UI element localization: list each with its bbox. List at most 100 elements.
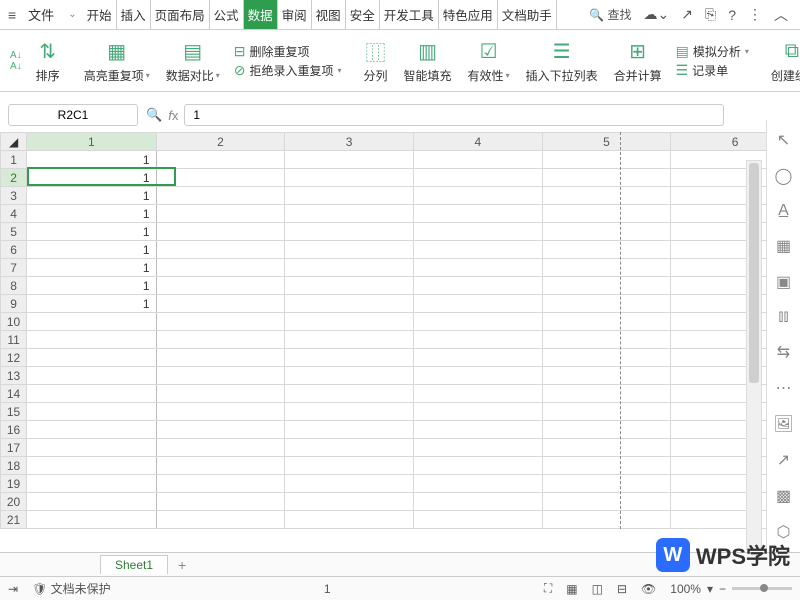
hamburger-icon[interactable]: ≡ [4, 7, 20, 23]
cell-r1c4[interactable] [413, 151, 542, 169]
cell-r2c1[interactable]: 1 [27, 169, 157, 187]
cell-r20c4[interactable] [413, 493, 542, 511]
cell-r11c4[interactable] [413, 331, 542, 349]
dropdown-button[interactable]: ☰插入下拉列表 [520, 32, 604, 89]
cell-r19c3[interactable] [285, 475, 414, 493]
cell-r17c4[interactable] [413, 439, 542, 457]
vertical-scrollbar[interactable] [746, 160, 762, 550]
cell-r5c3[interactable] [285, 223, 414, 241]
row-header-6[interactable]: 6 [1, 241, 27, 259]
select-all[interactable]: ◢ [1, 133, 27, 151]
cell-r17c2[interactable] [156, 439, 285, 457]
tab-公式[interactable]: 公式 [210, 0, 244, 29]
cell-r21c2[interactable] [156, 511, 285, 529]
gallery-icon[interactable]: ▩ [776, 486, 791, 506]
cell-r9c5[interactable] [542, 295, 671, 313]
history-icon[interactable]: ⎘ [705, 6, 716, 23]
cell-r5c4[interactable] [413, 223, 542, 241]
search-fx-icon[interactable]: 🔍 [146, 107, 162, 123]
validity-button[interactable]: ☑有效性▾ [462, 32, 516, 89]
cell-r6c1[interactable]: 1 [27, 241, 157, 259]
cell-r9c2[interactable] [156, 295, 285, 313]
row-header-19[interactable]: 19 [1, 475, 27, 493]
formula-input[interactable] [184, 104, 724, 126]
cursor-icon[interactable]: ↖ [777, 130, 790, 150]
cell-r21c4[interactable] [413, 511, 542, 529]
cell-r12c2[interactable] [156, 349, 285, 367]
cell-r7c5[interactable] [542, 259, 671, 277]
cell-r14c1[interactable] [27, 385, 157, 403]
cell-r4c1[interactable]: 1 [27, 205, 157, 223]
cell-r2c2[interactable] [156, 169, 285, 187]
row-header-20[interactable]: 20 [1, 493, 27, 511]
cell-r15c3[interactable] [285, 403, 414, 421]
col-header-5[interactable]: 5 [542, 133, 671, 151]
cell-r4c5[interactable] [542, 205, 671, 223]
filter-icon[interactable]: ⇆ [777, 342, 790, 362]
cell-r13c3[interactable] [285, 367, 414, 385]
tab-数据[interactable]: 数据 [244, 0, 278, 29]
cell-r3c4[interactable] [413, 187, 542, 205]
row-header-7[interactable]: 7 [1, 259, 27, 277]
row-header-3[interactable]: 3 [1, 187, 27, 205]
cell-r10c5[interactable] [542, 313, 671, 331]
row-header-16[interactable]: 16 [1, 421, 27, 439]
cell-r19c4[interactable] [413, 475, 542, 493]
cell-r17c3[interactable] [285, 439, 414, 457]
cell-r9c3[interactable] [285, 295, 414, 313]
reject-dup-button[interactable]: ⊘拒绝录入重复项▾ [234, 62, 342, 79]
cell-r16c4[interactable] [413, 421, 542, 439]
sort-asc-desc[interactable]: A↓A↓ [6, 50, 26, 72]
row-header-8[interactable]: 8 [1, 277, 27, 295]
tab-开发工具[interactable]: 开发工具 [380, 0, 439, 29]
cell-r12c1[interactable] [27, 349, 157, 367]
cell-r1c5[interactable] [542, 151, 671, 169]
tab-开始[interactable]: 开始 [83, 0, 117, 29]
smartfill-button[interactable]: ▥智能填充 [398, 32, 458, 89]
cell-r7c3[interactable] [285, 259, 414, 277]
scrollbar-thumb[interactable] [749, 163, 759, 383]
search-group[interactable]: 🔍 查找 [589, 6, 631, 23]
cell-r14c2[interactable] [156, 385, 285, 403]
tab-文档助手[interactable]: 文档助手 [498, 0, 557, 29]
cell-r6c2[interactable] [156, 241, 285, 259]
row-header-18[interactable]: 18 [1, 457, 27, 475]
cell-r20c1[interactable] [27, 493, 157, 511]
help-icon[interactable]: ? [728, 7, 736, 23]
cell-r15c1[interactable] [27, 403, 157, 421]
cell-r11c2[interactable] [156, 331, 285, 349]
row-header-12[interactable]: 12 [1, 349, 27, 367]
cell-r12c4[interactable] [413, 349, 542, 367]
cell-r7c2[interactable] [156, 259, 285, 277]
sheet-nav-icon[interactable]: ⇥ [8, 582, 18, 596]
cell-r8c5[interactable] [542, 277, 671, 295]
row-header-13[interactable]: 13 [1, 367, 27, 385]
add-sheet-button[interactable]: + [168, 555, 196, 575]
file-chevron-icon[interactable]: ⌄ [62, 9, 82, 20]
cell-r20c5[interactable] [542, 493, 671, 511]
cell-r18c5[interactable] [542, 457, 671, 475]
cell-r13c2[interactable] [156, 367, 285, 385]
spreadsheet-grid[interactable]: ◢123456112131415161718191101112131415161… [0, 132, 800, 529]
cell-r1c3[interactable] [285, 151, 414, 169]
row-header-4[interactable]: 4 [1, 205, 27, 223]
record-button[interactable]: ☰记录单 [676, 62, 749, 79]
cell-r10c2[interactable] [156, 313, 285, 331]
row-header-2[interactable]: 2 [1, 169, 27, 187]
cell-r18c4[interactable] [413, 457, 542, 475]
cell-r10c3[interactable] [285, 313, 414, 331]
row-header-10[interactable]: 10 [1, 313, 27, 331]
consolidate-button[interactable]: ⊞合并计算 [608, 32, 668, 89]
cell-r21c3[interactable] [285, 511, 414, 529]
zoom-out-icon[interactable]: − [719, 582, 726, 596]
tab-安全[interactable]: 安全 [346, 0, 380, 29]
cell-r13c1[interactable] [27, 367, 157, 385]
cell-r19c2[interactable] [156, 475, 285, 493]
cloud-icon[interactable]: ☁⌄ [644, 6, 670, 23]
col-header-1[interactable]: 1 [27, 133, 157, 151]
file-menu[interactable]: 文件 [20, 5, 62, 24]
cell-r10c1[interactable] [27, 313, 157, 331]
cell-r14c4[interactable] [413, 385, 542, 403]
row-header-21[interactable]: 21 [1, 511, 27, 529]
cell-r16c1[interactable] [27, 421, 157, 439]
